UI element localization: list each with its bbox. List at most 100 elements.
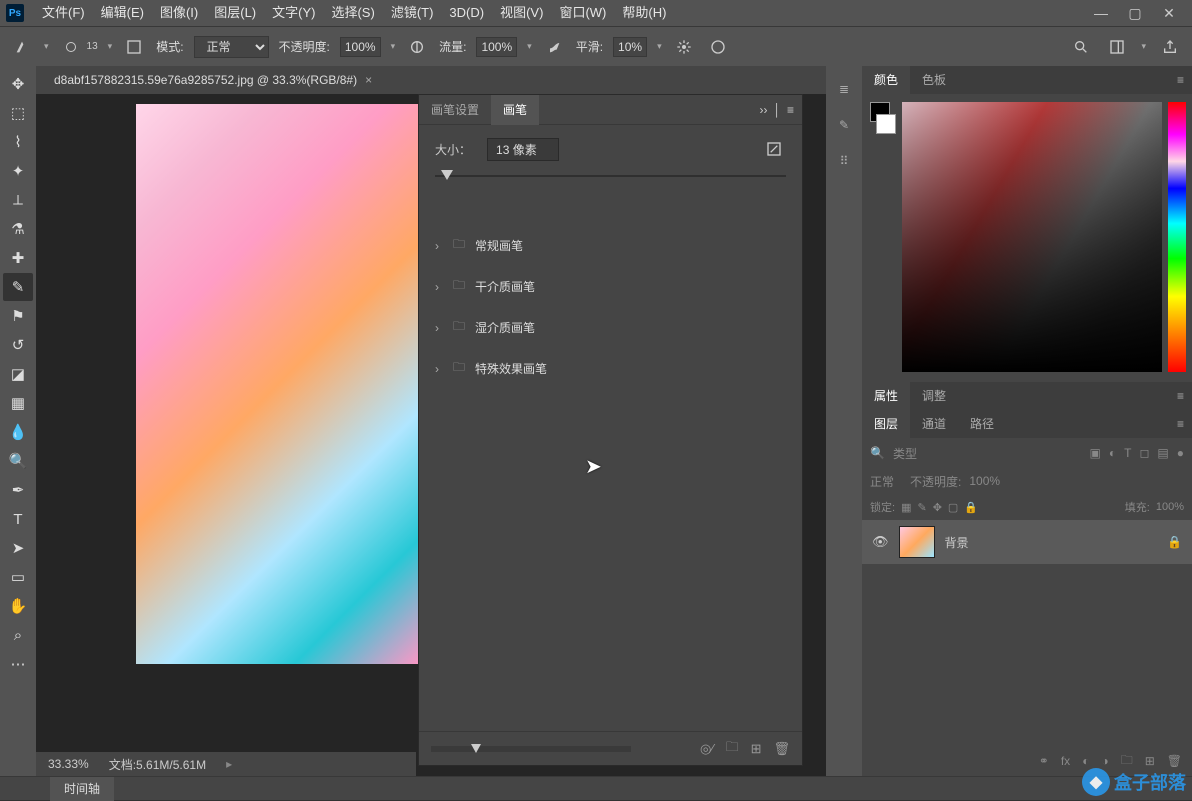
color-panel-menu-icon[interactable]: ≡ <box>1169 73 1192 87</box>
toggle-preview-icon[interactable]: ◎⁄ <box>700 741 714 757</box>
toolbox-more[interactable]: ⋯ <box>3 650 33 678</box>
document-close-icon[interactable]: × <box>365 73 372 87</box>
brush-settings-icon[interactable]: ✎ <box>833 114 855 136</box>
dodge-tool[interactable]: 🔍 <box>3 447 33 475</box>
airbrush-icon[interactable] <box>542 35 566 59</box>
eraser-tool[interactable]: ◪ <box>3 360 33 388</box>
delete-brush-icon[interactable]: 🗑 <box>773 741 790 757</box>
zoom-level[interactable]: 33.33% <box>48 757 89 771</box>
history-brush-tool[interactable]: ↺ <box>3 331 33 359</box>
filter-shape-icon[interactable]: ◻ <box>1139 446 1149 460</box>
flow-input[interactable]: 100% <box>476 37 517 57</box>
menu-window[interactable]: 窗口(W) <box>551 0 614 26</box>
brush-size-input[interactable]: 13 像素 <box>487 138 559 161</box>
gradient-tool[interactable]: ▦ <box>3 389 33 417</box>
hue-slider[interactable] <box>1168 102 1186 372</box>
menu-type[interactable]: 文字(Y) <box>264 0 323 26</box>
fg-bg-swatches[interactable] <box>870 102 896 372</box>
eyedropper-tool[interactable]: ⚗ <box>3 215 33 243</box>
filter-pixel-icon[interactable]: ▣ <box>1090 446 1101 460</box>
brush-tab[interactable]: 画笔 <box>491 95 539 125</box>
timeline-tab[interactable]: 时间轴 <box>50 777 114 801</box>
maximize-button[interactable]: ▢ <box>1124 3 1146 23</box>
tool-preset-icon[interactable] <box>10 35 34 59</box>
history-panel-icon[interactable]: ≣ <box>833 78 855 100</box>
workspace-icon[interactable] <box>1105 35 1129 59</box>
minimize-button[interactable]: — <box>1090 3 1112 23</box>
menu-select[interactable]: 选择(S) <box>323 0 382 26</box>
filter-adjust-icon[interactable]: ◐ <box>1109 446 1116 460</box>
brush-preview-icon[interactable] <box>59 35 83 59</box>
doc-info[interactable]: 文档:5.61M/5.61M <box>109 756 206 773</box>
zoom-tool[interactable]: ⌕ <box>3 621 33 649</box>
document-tab[interactable]: d8abf157882315.59e76a9285752.jpg @ 33.3%… <box>44 73 382 87</box>
brush-settings-tab[interactable]: 画笔设置 <box>419 95 491 125</box>
background-swatch[interactable] <box>876 114 896 134</box>
search-icon[interactable] <box>1069 35 1093 59</box>
brush-panel-toggle-icon[interactable] <box>122 35 146 59</box>
channels-tab[interactable]: 通道 <box>910 410 958 438</box>
brush-folder-wet[interactable]: ›🗀湿介质画笔 <box>419 307 802 348</box>
lock-artboard-icon[interactable]: ▢ <box>948 501 958 514</box>
brush-folder-general[interactable]: ›🗀常规画笔 <box>419 225 802 266</box>
fill-value[interactable]: 100% <box>1156 501 1184 513</box>
menu-layer[interactable]: 图层(L) <box>206 0 264 26</box>
opacity-input[interactable]: 100% <box>340 37 381 57</box>
workspace-caret[interactable]: ▾ <box>1141 41 1146 52</box>
smoothing-input[interactable]: 10% <box>613 37 647 57</box>
clone-stamp-tool[interactable]: ⚑ <box>3 302 33 330</box>
filter-search-icon[interactable]: 🔍 <box>870 446 885 460</box>
layer-thumbnail[interactable] <box>899 526 935 558</box>
layer-opacity-value[interactable]: 100% <box>969 474 1000 488</box>
tool-preset-caret[interactable]: ▾ <box>44 41 49 52</box>
brush-picker-caret[interactable]: ▾ <box>108 41 113 52</box>
color-field[interactable] <box>902 102 1162 372</box>
lock-position-icon[interactable]: ✥ <box>933 501 942 514</box>
adjustments-tab[interactable]: 调整 <box>910 382 958 410</box>
swatches-tab[interactable]: 色板 <box>910 66 958 94</box>
crop-tool[interactable]: ⟂ <box>3 186 33 214</box>
filter-smart-icon[interactable]: ▤ <box>1157 446 1168 460</box>
layer-delete-icon[interactable]: 🗑 <box>1167 754 1182 768</box>
lock-brush-icon[interactable]: ✎ <box>917 501 926 514</box>
layer-fill-adjust-icon[interactable]: ◑ <box>1101 754 1108 768</box>
filter-toggle-icon[interactable]: ● <box>1177 446 1184 460</box>
menu-image[interactable]: 图像(I) <box>152 0 206 26</box>
menu-file[interactable]: 文件(F) <box>34 0 93 26</box>
lock-all-icon[interactable]: 🔒 <box>964 501 978 514</box>
brush-preview-slider[interactable] <box>431 746 631 752</box>
brush-size-slider[interactable] <box>435 167 786 185</box>
filter-kind-label[interactable]: 类型 <box>893 445 917 462</box>
layer-locked-icon[interactable]: 🔒 <box>1167 535 1182 549</box>
marquee-tool[interactable]: ⬚ <box>3 99 33 127</box>
hand-tool[interactable]: ✋ <box>3 592 33 620</box>
brush-size-thumb[interactable] <box>441 170 453 180</box>
new-brush-icon[interactable]: ⊞ <box>751 741 762 757</box>
path-select-tool[interactable]: ➤ <box>3 534 33 562</box>
quick-select-tool[interactable]: ✦ <box>3 157 33 185</box>
layer-visibility-icon[interactable]: 👁 <box>872 534 889 550</box>
pen-tool[interactable]: ✒ <box>3 476 33 504</box>
layer-name[interactable]: 背景 <box>945 534 969 551</box>
menu-help[interactable]: 帮助(H) <box>614 0 674 26</box>
type-tool[interactable]: T <box>3 505 33 533</box>
flow-caret[interactable]: ▾ <box>527 41 532 52</box>
lasso-tool[interactable]: ⌇ <box>3 128 33 156</box>
pressure-opacity-icon[interactable] <box>405 35 429 59</box>
menu-edit[interactable]: 编辑(E) <box>93 0 152 26</box>
filter-type-icon[interactable]: T <box>1124 446 1131 460</box>
opacity-caret[interactable]: ▾ <box>391 41 396 52</box>
blend-mode-select[interactable]: 正常 <box>194 36 269 58</box>
healing-brush-tool[interactable]: ✚ <box>3 244 33 272</box>
close-button[interactable]: ✕ <box>1158 3 1180 23</box>
properties-tab[interactable]: 属性 <box>862 382 910 410</box>
open-brush-settings-icon[interactable] <box>762 137 786 161</box>
lock-pixels-icon[interactable]: ▦ <box>901 501 911 514</box>
brush-panel-collapse[interactable]: ›› │ ≡ <box>751 103 802 117</box>
menu-view[interactable]: 视图(V) <box>492 0 551 26</box>
move-tool[interactable]: ✥ <box>3 70 33 98</box>
smoothing-caret[interactable]: ▾ <box>657 41 662 52</box>
layer-new-icon[interactable]: ⊞ <box>1145 754 1155 768</box>
menu-filter[interactable]: 滤镜(T) <box>383 0 442 26</box>
layer-link-icon[interactable]: ⚭ <box>1039 754 1049 768</box>
